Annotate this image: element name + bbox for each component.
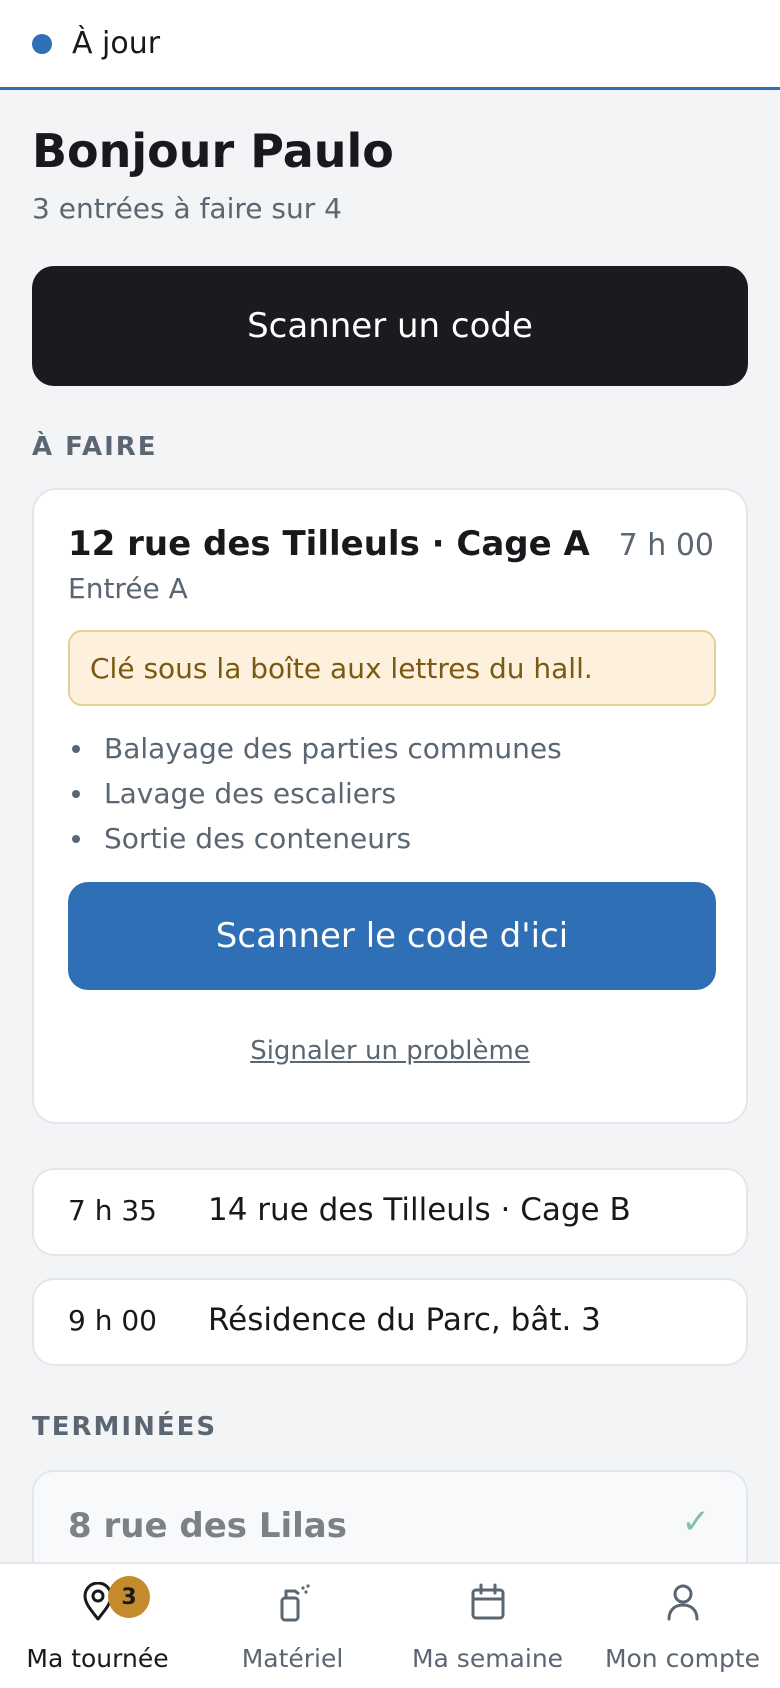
sync-status-dot (32, 33, 52, 54)
progress-summary: 3 entrées à faire sur 4 (32, 192, 342, 225)
bottom-nav: 3 Ma tournée Matériel Ma semaine Mon com… (0, 1562, 780, 1688)
nav-item-materiel[interactable]: Matériel (195, 1564, 390, 1688)
pending-count-badge: 3 (108, 1576, 150, 1618)
entry-address: 12 rue des Tilleuls · Cage A (68, 524, 590, 564)
sync-status-text: À jour (72, 26, 161, 61)
check-icon: ✓ (681, 1502, 711, 1542)
upcoming-entry-label: Résidence du Parc, bât. 3 (208, 1302, 601, 1338)
user-icon (667, 1584, 699, 1621)
nav-item-ma-tournee[interactable]: 3 Ma tournée (0, 1564, 195, 1688)
current-entry-card: 12 rue des Tilleuls · Cage A 7 h 00 Entr… (32, 488, 748, 1124)
scan-code-button[interactable]: Scanner un code (32, 266, 748, 386)
section-title-todo: À FAIRE (32, 432, 158, 462)
task-list: Balayage des parties communes Lavage des… (68, 726, 562, 861)
report-problem-link[interactable]: Signaler un problème (34, 1036, 746, 1066)
entry-time: 7 h 00 (618, 528, 714, 563)
upcoming-entry-label: 14 rue des Tilleuls · Cage B (208, 1192, 631, 1228)
sync-status-bar: À jour (0, 0, 780, 90)
spray-bottle-icon (280, 1584, 310, 1622)
upcoming-entry-time: 7 h 35 (68, 1194, 157, 1227)
nav-item-label: Mon compte (604, 1644, 761, 1673)
task-item: Balayage des parties communes (68, 726, 562, 771)
upcoming-entry-row[interactable]: 7 h 35 14 rue des Tilleuls · Cage B (32, 1168, 748, 1256)
done-entry-label: 8 rue des Lilas (68, 1506, 347, 1546)
app-screen: À jour Bonjour Paulo 3 entrées à faire s… (0, 0, 780, 1688)
scan-here-button[interactable]: Scanner le code d'ici (68, 882, 716, 990)
nav-item-mon-compte[interactable]: Mon compte (585, 1564, 780, 1688)
nav-item-label: Ma tournée (26, 1644, 169, 1673)
page-title: Bonjour Paulo (32, 124, 394, 178)
entry-note: Clé sous la boîte aux lettres du hall. (68, 630, 716, 706)
upcoming-entry-time: 9 h 00 (68, 1304, 157, 1337)
entry-subtitle: Entrée A (68, 572, 188, 605)
nav-item-ma-semaine[interactable]: Ma semaine (390, 1564, 585, 1688)
section-title-done: TERMINÉES (32, 1412, 218, 1442)
calendar-icon (471, 1583, 505, 1620)
task-item: Sortie des conteneurs (68, 816, 562, 861)
task-item: Lavage des escaliers (68, 771, 562, 816)
upcoming-entry-row[interactable]: 9 h 00 Résidence du Parc, bât. 3 (32, 1278, 748, 1366)
nav-item-label: Ma semaine (411, 1644, 564, 1673)
nav-item-label: Matériel (241, 1644, 344, 1673)
